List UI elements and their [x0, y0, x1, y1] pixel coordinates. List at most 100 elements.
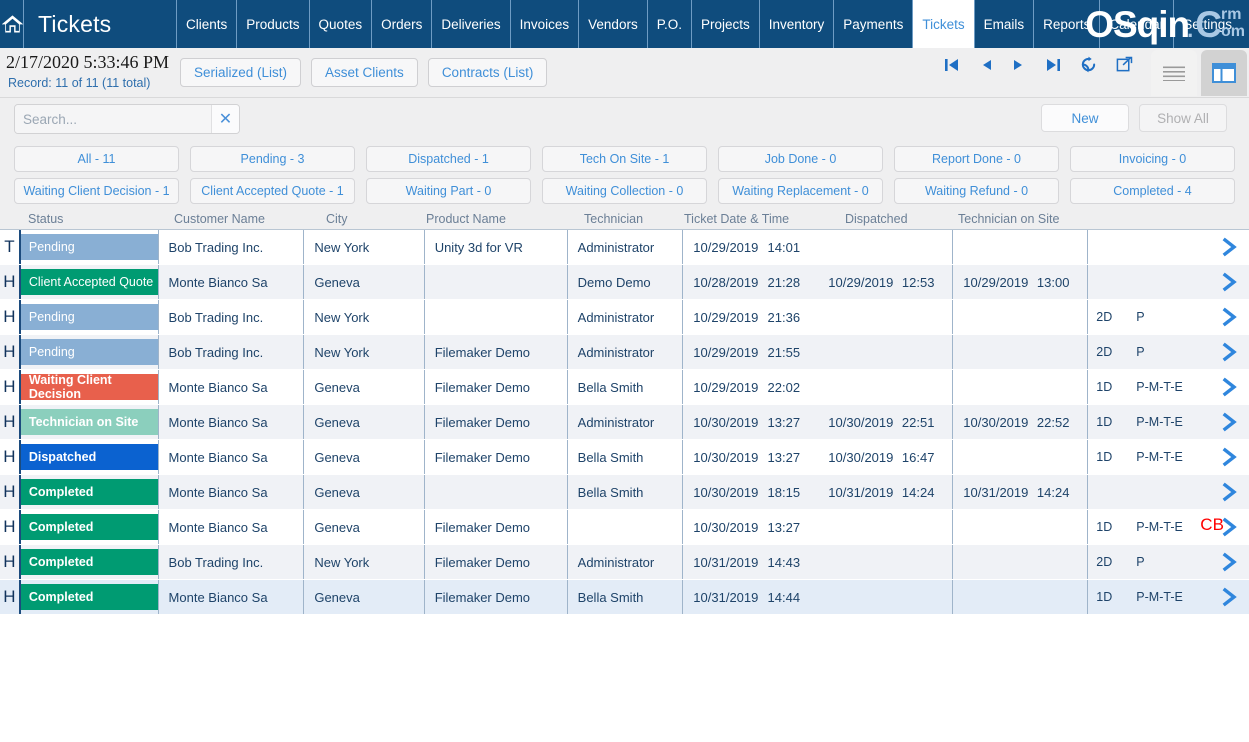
chevron-right-icon[interactable] — [1221, 482, 1239, 502]
city-cell: Geneva — [304, 580, 425, 614]
table-row[interactable]: H Technician on Site Monte Bianco Sa Geneva… — [0, 405, 1249, 440]
home-button[interactable] — [0, 0, 24, 48]
nav-tab-clients[interactable]: Clients — [176, 0, 236, 48]
next-record-icon[interactable] — [1012, 57, 1026, 73]
chevron-right-icon[interactable] — [1221, 342, 1239, 362]
logo-text-osqin: OSqin — [1085, 3, 1190, 45]
filter-button-completed[interactable]: Completed - 4 — [1070, 178, 1235, 204]
days-tag: 1D — [1096, 380, 1113, 394]
column-header-product[interactable]: Product Name — [426, 212, 506, 226]
nav-tab-projects[interactable]: Projects — [690, 0, 759, 48]
last-record-icon[interactable] — [1045, 57, 1061, 73]
status-cell: Waiting Client Decision — [18, 370, 159, 404]
dispatched-datetime-cell — [818, 300, 954, 334]
filter-button-job-done[interactable]: Job Done - 0 — [718, 146, 883, 172]
search-input[interactable] — [15, 105, 211, 133]
table-row[interactable]: H Client Accepted Quote Monte Bianco Sa Gen… — [0, 265, 1249, 300]
filter-button-waiting-part[interactable]: Waiting Part - 0 — [366, 178, 531, 204]
table-row[interactable]: H Waiting Client Decision Monte Bianco Sa G… — [0, 370, 1249, 405]
table-view-button[interactable] — [1201, 50, 1247, 96]
chevron-right-icon[interactable] — [1221, 377, 1239, 397]
customer-name-cell: Bob Trading Inc. — [159, 545, 305, 579]
table-row[interactable]: H Completed Monte Bianco Sa Geneva Filemaker… — [0, 510, 1249, 545]
table-row[interactable]: T Pending Bob Trading Inc. New York Unity 3d… — [0, 230, 1249, 265]
nav-tab-products[interactable]: Products — [236, 0, 308, 48]
column-header-ticket-dt[interactable]: Ticket Date & Time — [684, 212, 789, 226]
city-cell: Geneva — [304, 440, 425, 474]
nav-tab-inventory[interactable]: Inventory — [758, 0, 834, 48]
nav-tab-quotes[interactable]: Quotes — [308, 0, 372, 48]
chevron-right-icon[interactable] — [1221, 412, 1239, 432]
technician-cell: Administrator — [568, 300, 684, 334]
refresh-icon[interactable] — [1080, 56, 1097, 73]
table-row[interactable]: H Pending Bob Trading Inc. New York Filemake… — [0, 335, 1249, 370]
nav-tab-payments[interactable]: Payments — [833, 0, 912, 48]
dispatched-datetime-cell: 10/31/2019 14:24 — [818, 475, 954, 509]
tickets-table: Status Customer Name City Product Name Techn… — [0, 210, 1249, 618]
filter-button-pending[interactable]: Pending - 3 — [190, 146, 355, 172]
filter-button-waiting-client-decision[interactable]: Waiting Client Decision - 1 — [14, 178, 179, 204]
time-value: 16:47 — [901, 449, 935, 465]
status-badge: Technician on Site — [20, 409, 158, 435]
column-header-status[interactable]: Status — [28, 212, 63, 226]
days-tag: 1D — [1096, 415, 1113, 429]
table-row[interactable]: H Dispatched Monte Bianco Sa Geneva Filemake… — [0, 440, 1249, 475]
ticket-datetime-cell: 10/29/2019 14:01 — [683, 230, 818, 264]
filter-button-client-accepted-quote[interactable]: Client Accepted Quote - 1 — [190, 178, 355, 204]
chevron-right-icon[interactable] — [1221, 237, 1239, 257]
nav-tab-vendors[interactable]: Vendors — [578, 0, 647, 48]
nav-tab-tickets[interactable]: Tickets — [912, 0, 974, 48]
filter-button-report-done[interactable]: Report Done - 0 — [894, 146, 1059, 172]
list-view-button[interactable] — [1151, 50, 1197, 96]
date-value: 10/31/2019 — [828, 484, 894, 500]
layout-button-contracts-list[interactable]: Contracts (List) — [427, 58, 548, 87]
nav-tab-orders[interactable]: Orders — [371, 0, 431, 48]
filter-button-waiting-collection[interactable]: Waiting Collection - 0 — [542, 178, 707, 204]
previous-record-icon[interactable] — [979, 57, 993, 73]
row-type-marker: H — [3, 342, 16, 361]
chevron-right-icon[interactable] — [1221, 552, 1239, 572]
chevron-right-icon[interactable] — [1221, 587, 1239, 607]
open-in-new-window-icon[interactable] — [1116, 56, 1133, 73]
nav-tab-invoices[interactable]: Invoices — [509, 0, 579, 48]
chevron-right-icon[interactable] — [1221, 517, 1239, 537]
filter-button-all[interactable]: All - 11 — [14, 146, 179, 172]
chevron-right-icon[interactable] — [1221, 272, 1239, 292]
layout-button-asset-clients[interactable]: Asset Clients — [311, 58, 418, 87]
column-header-city[interactable]: City — [326, 212, 348, 226]
dispatched-datetime-cell — [818, 510, 954, 544]
filter-button-invoicing[interactable]: Invoicing - 0 — [1070, 146, 1235, 172]
filter-button-dispatched[interactable]: Dispatched - 1 — [366, 146, 531, 172]
product-name-cell: Filemaker Demo — [425, 335, 568, 369]
filter-button-waiting-replacement[interactable]: Waiting Replacement - 0 — [718, 178, 883, 204]
city-cell: New York — [304, 300, 425, 334]
filter-button-tech-on-site[interactable]: Tech On Site - 1 — [542, 146, 707, 172]
customer-name-cell: Monte Bianco Sa — [159, 475, 305, 509]
filter-button-waiting-refund[interactable]: Waiting Refund - 0 — [894, 178, 1059, 204]
nav-tab-p-o[interactable]: P.O. — [646, 0, 691, 48]
new-record-button[interactable]: New — [1041, 104, 1129, 132]
table-row[interactable]: H Pending Bob Trading Inc. New York Administ… — [0, 300, 1249, 335]
nav-tab-deliveries[interactable]: Deliveries — [431, 0, 509, 48]
ticket-datetime-cell: 10/30/2019 13:27 — [683, 405, 818, 439]
table-row[interactable]: H Completed Monte Bianco Sa Geneva Bella Smi… — [0, 475, 1249, 510]
ticket-datetime-cell: 10/29/2019 21:36 — [683, 300, 818, 334]
status-cell: Pending — [18, 300, 159, 334]
column-header-technician[interactable]: Technician — [584, 212, 643, 226]
first-record-icon[interactable] — [944, 57, 960, 73]
chevron-right-icon[interactable] — [1221, 447, 1239, 467]
column-header-dispatched[interactable]: Dispatched — [845, 212, 908, 226]
date-value: 10/31/2019 — [693, 554, 759, 570]
clear-search-button[interactable]: ✕ — [211, 105, 239, 133]
layout-button-serialized-list[interactable]: Serialized (List) — [180, 58, 302, 87]
show-all-button[interactable]: Show All — [1139, 104, 1227, 132]
column-header-tech-on-site[interactable]: Technician on Site — [958, 212, 1059, 226]
table-row[interactable]: H Completed Bob Trading Inc. New York Filema… — [0, 545, 1249, 580]
chevron-right-icon[interactable] — [1221, 307, 1239, 327]
status-cell: Pending — [18, 230, 159, 264]
city-cell: Geneva — [304, 475, 425, 509]
table-row[interactable]: H Completed Monte Bianco Sa Geneva Filemaker… — [0, 580, 1249, 615]
dispatched-datetime-cell: 10/30/2019 16:47 — [818, 440, 954, 474]
column-header-customer[interactable]: Customer Name — [174, 212, 265, 226]
nav-tab-emails[interactable]: Emails — [973, 0, 1034, 48]
